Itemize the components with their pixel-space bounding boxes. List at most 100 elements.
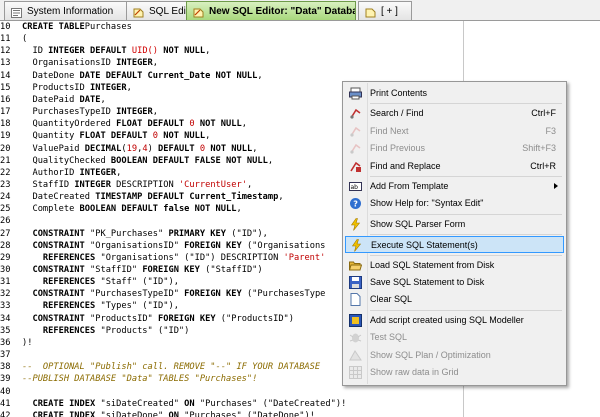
- code-text: ("ProductsID"): [215, 313, 295, 324]
- menu-item-add-from-template[interactable]: ab Add From Template: [345, 178, 564, 195]
- menu-separator: [370, 103, 562, 105]
- tab-new-sql-editor[interactable]: New SQL Editor: "Data" Database: [186, 1, 356, 20]
- menu-item-show-sql-parser-form[interactable]: Show SQL Parser Form: [345, 216, 564, 233]
- line-number: 21: [0, 155, 11, 166]
- line-number: 13: [0, 58, 11, 69]
- sql-editor-icon: [133, 6, 144, 18]
- code-text: "ProductsID": [84, 313, 159, 324]
- sql-keyword: DATE: [79, 94, 101, 105]
- code-text: )!: [22, 337, 33, 348]
- code-text: "PurchasesTypeID": [84, 289, 185, 300]
- sql-keyword: INTEGER: [116, 58, 153, 69]
- sql-comment: -- OPTIONAL "Publish" call. REMOVE "--" …: [22, 362, 321, 373]
- tab-system-information[interactable]: System Information: [4, 1, 140, 20]
- code-text: ,: [116, 167, 122, 178]
- new-tab-icon: [365, 6, 376, 18]
- code-text: ,: [126, 82, 132, 93]
- string-literal: 'Parent': [283, 252, 326, 263]
- menu-item-show-help-for-syntax-edit[interactable]: ? Show Help for: "Syntax Edit": [345, 195, 564, 212]
- sql-keyword: TIMESTAMP DEFAULT: [95, 192, 185, 203]
- code-line: 11 (: [0, 33, 463, 45]
- sql-keyword: CONSTRAINT: [32, 228, 85, 239]
- sql-function: UID(): [126, 46, 159, 57]
- code-text: "PK_Purchases": [84, 228, 169, 239]
- code-text: ,: [205, 131, 211, 142]
- code-text: Quantity: [22, 131, 80, 142]
- code-text: QualityChecked: [22, 155, 111, 166]
- template-icon: ab: [349, 180, 362, 193]
- sql-keyword: false NOT NULL: [163, 204, 237, 215]
- menu-item-clear-sql[interactable]: Clear SQL: [345, 291, 564, 308]
- menu-item-find-next[interactable]: Find Next F3: [345, 123, 564, 140]
- number-literal: 0: [184, 119, 195, 130]
- code-text: (: [22, 34, 28, 45]
- line-number: 32: [0, 289, 11, 300]
- sql-keyword: CREATE TABLE: [22, 22, 85, 32]
- menu-item-find-previous[interactable]: Find Previous Shift+F3: [345, 140, 564, 157]
- blank-document-icon: [349, 293, 362, 307]
- search-icon: [349, 107, 362, 120]
- menu-item-execute-sql-statement-s[interactable]: Execute SQL Statement(s): [345, 236, 564, 254]
- line-number: 42: [0, 410, 11, 417]
- menu-item-label: Execute SQL Statement(s): [371, 240, 478, 251]
- code-text: ("Organisations: [241, 240, 326, 251]
- code-text: DateDone: [22, 70, 80, 81]
- sql-keyword: INTEGER: [90, 82, 127, 93]
- string-literal: 'CurrentUser': [178, 179, 247, 190]
- code-text: PurchasesTypeID: [22, 107, 117, 118]
- sql-keyword: CONSTRAINT: [32, 313, 85, 324]
- code-text: StaffID: [22, 179, 75, 190]
- line-number: 19: [0, 131, 11, 142]
- sql-keyword: NOT NULL: [158, 131, 206, 142]
- menu-item-label: Show SQL Plan / Optimization: [370, 349, 491, 360]
- context-menu: Print Contents Search / Find Ctrl+F Find Ne…: [342, 81, 567, 386]
- menu-item-load-sql-statement-from-disk[interactable]: Load SQL Statement from Disk: [345, 257, 564, 274]
- code-text: OrganisationsID: [22, 58, 117, 69]
- code-text: "OrganisationsID": [84, 240, 185, 251]
- menu-item-label: Test SQL: [370, 332, 408, 343]
- tab-new-tab[interactable]: [ + ]: [358, 1, 412, 20]
- sql-keyword: BOOLEAN DEFAULT FALSE NOT NULL: [110, 155, 268, 166]
- menu-item-label: Print Contents: [370, 88, 428, 98]
- number-literal: 19: [126, 143, 138, 154]
- line-number: 37: [0, 350, 11, 361]
- menu-item-print-contents[interactable]: Print Contents: [345, 85, 564, 102]
- menu-item-add-script-created-using-sql-modeller[interactable]: Add script created using SQL Modeller: [345, 312, 564, 329]
- code-line: 14 DateDone DATE DEFAULT Current_Date NO…: [0, 70, 463, 82]
- sql-keyword: FLOAT DEFAULT: [79, 131, 148, 142]
- sql-keyword: INTEGER: [74, 179, 111, 190]
- menu-item-show-raw-data-in-grid[interactable]: Show raw data in Grid: [345, 364, 564, 381]
- sql-keyword: DECIMAL: [84, 143, 122, 154]
- menu-item-search-find[interactable]: Search / Find Ctrl+F: [345, 105, 564, 122]
- sql-keyword: Current_Date NOT NULL: [147, 70, 258, 81]
- save-disk-icon: [349, 276, 362, 289]
- line-number: 26: [0, 216, 11, 227]
- code-line: 13 OrganisationsID INTEGER,: [0, 57, 463, 69]
- menu-item-label: Find Previous: [370, 143, 426, 154]
- menu-item-label: Save SQL Statement to Disk: [370, 277, 485, 287]
- menu-item-find-and-replace[interactable]: Find and Replace Ctrl+R: [345, 158, 564, 175]
- submenu-arrow-icon: [554, 183, 558, 189]
- code-line: 42 CREATE INDEX "siDateDone" ON "Purchas…: [0, 410, 463, 417]
- menu-item-save-sql-statement-to-disk[interactable]: Save SQL Statement to Disk: [345, 274, 564, 291]
- menu-item-show-sql-plan-optimization[interactable]: Show SQL Plan / Optimization: [345, 347, 564, 364]
- line-number: 27: [0, 228, 11, 239]
- sql-keyword: DATE DEFAULT: [79, 70, 143, 81]
- sql-keyword: REFERENCES: [42, 325, 96, 336]
- svg-text:?: ?: [353, 200, 358, 209]
- code-text: ,: [100, 94, 106, 105]
- code-text: "siDateDone": [95, 410, 169, 417]
- code-text: ,: [152, 107, 159, 118]
- sql-keyword: ON: [168, 410, 179, 417]
- line-number: 15: [0, 82, 11, 93]
- menu-item-label: Show Help for: "Syntax Edit": [370, 198, 484, 209]
- sql-keyword: FOREIGN KEY: [184, 240, 242, 251]
- menu-item-test-sql[interactable]: Test SQL: [345, 329, 564, 346]
- sql-keyword: CREATE INDEX: [32, 410, 96, 417]
